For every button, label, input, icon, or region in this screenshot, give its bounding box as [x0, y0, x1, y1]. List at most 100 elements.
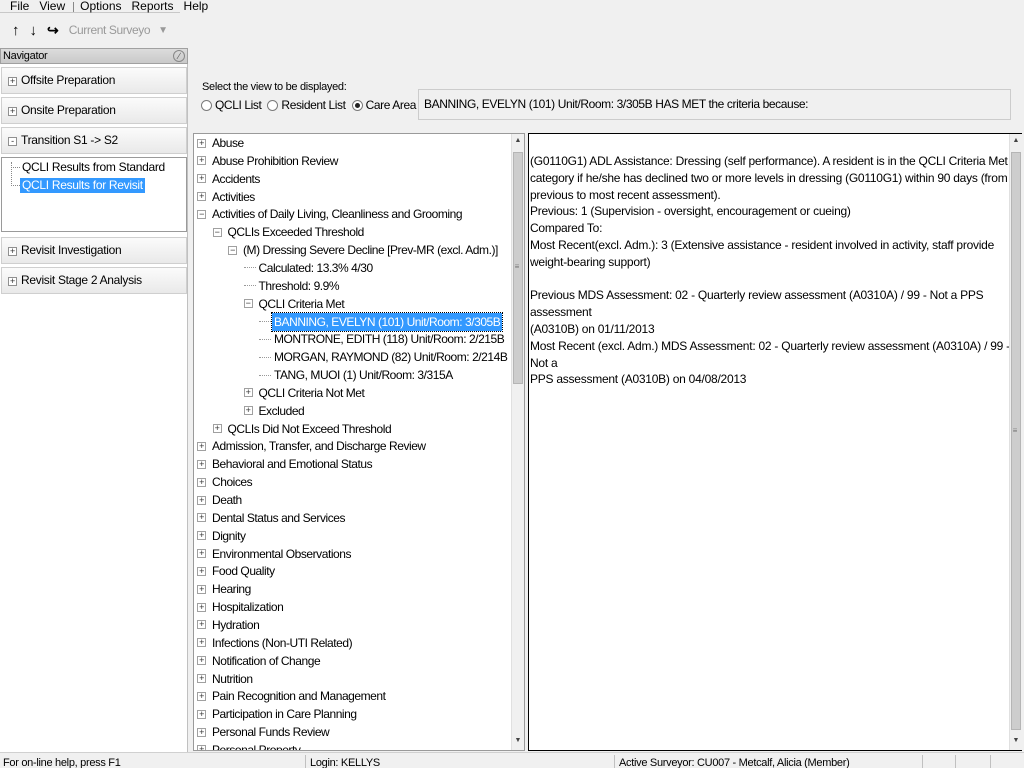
pin-icon[interactable]: ∕: [173, 50, 185, 62]
tree-node-label[interactable]: Hearing: [210, 580, 253, 598]
nav-revisit-investigation[interactable]: + Revisit Investigation: [1, 237, 187, 264]
menu-reports[interactable]: Reports: [132, 0, 174, 12]
tree-care-area[interactable]: + Hospitalization: [197, 598, 285, 616]
tree-node-label[interactable]: Participation in Care Planning: [210, 705, 359, 723]
tree-care-area[interactable]: + Infections (Non-UTI Related): [197, 634, 354, 652]
tree-node-label[interactable]: BANNING, EVELYN (101) Unit/Room: 3/305B: [270, 311, 504, 332]
nav-item-qcli-results-revisit[interactable]: QCLI Results for Revisit: [20, 178, 145, 193]
tree-node-label[interactable]: Dignity: [210, 527, 248, 545]
scroll-down-icon[interactable]: ▼: [1010, 734, 1022, 748]
expand-plus-icon[interactable]: +: [197, 513, 206, 523]
tree-node-label[interactable]: Abuse Prohibition Review: [210, 152, 340, 170]
expand-plus-icon[interactable]: +: [197, 727, 206, 737]
nav-revisit-stage2-analysis[interactable]: + Revisit Stage 2 Analysis: [1, 267, 187, 294]
tree-node-label[interactable]: Choices: [210, 473, 254, 491]
expand-plus-icon[interactable]: +: [197, 709, 206, 719]
down-arrow-icon[interactable]: ↓: [30, 23, 38, 38]
nav-onsite-preparation[interactable]: + Onsite Preparation: [1, 97, 187, 124]
tree-node-label[interactable]: TANG, MUOI (1) Unit/Room: 3/315A: [272, 366, 455, 384]
tree-threshold[interactable]: Threshold: 9.9%: [243, 277, 342, 295]
expand-plus-icon[interactable]: +: [197, 495, 206, 505]
scroll-up-icon[interactable]: ▲: [512, 134, 524, 148]
chevron-down-icon[interactable]: ▼: [158, 25, 168, 36]
tree-resident[interactable]: MONTRONE, EDITH (118) Unit/Room: 2/215B: [259, 330, 506, 348]
tree-care-area[interactable]: + Abuse Prohibition Review: [197, 152, 340, 170]
tree-node-label[interactable]: Hospitalization: [210, 598, 285, 616]
tree-node-label[interactable]: MORGAN, RAYMOND (82) Unit/Room: 2/214B: [272, 348, 509, 366]
tree-node-label[interactable]: Accidents: [210, 170, 262, 188]
expand-plus-icon[interactable]: +: [197, 531, 206, 541]
tree-care-area[interactable]: + Hearing: [197, 580, 253, 598]
tree-resident[interactable]: MORGAN, RAYMOND (82) Unit/Room: 2/214B: [259, 348, 509, 366]
tree-node-label[interactable]: Personal Funds Review: [210, 723, 331, 741]
radio-qcli-list[interactable]: [201, 99, 212, 111]
radio-label-resident-list[interactable]: Resident List: [281, 98, 346, 112]
expand-plus-icon[interactable]: +: [197, 477, 206, 487]
tree-care-area[interactable]: + Hydration: [197, 616, 261, 634]
nav-item-qcli-results-standard[interactable]: QCLI Results from Standard: [20, 160, 167, 175]
tree-node-label[interactable]: Admission, Transfer, and Discharge Revie…: [210, 437, 428, 455]
expand-plus-icon[interactable]: +: [197, 638, 206, 648]
collapse-minus-icon[interactable]: −: [243, 299, 253, 309]
expand-plus-icon[interactable]: +: [243, 388, 253, 398]
tree-qcli-not-exceed[interactable]: + QCLIs Did Not Exceed Threshold: [212, 420, 394, 438]
tree-node-label[interactable]: Threshold: 9.9%: [257, 277, 342, 295]
expand-plus-icon[interactable]: +: [197, 602, 206, 612]
tree-node-label[interactable]: Excluded: [257, 402, 307, 420]
detail-scrollbar[interactable]: ▲ ≡ ▼: [1009, 134, 1022, 750]
tree-node-label[interactable]: MONTRONE, EDITH (118) Unit/Room: 2/215B: [272, 330, 506, 348]
tree-node-label[interactable]: Activities: [210, 188, 257, 206]
expand-plus-icon[interactable]: +: [197, 192, 206, 202]
expand-plus-icon[interactable]: +: [212, 424, 222, 434]
tree-care-area-adl[interactable]: − Activities of Daily Living, Cleanliness…: [197, 205, 464, 223]
tree-node-label[interactable]: Hydration: [210, 616, 261, 634]
expand-plus-icon[interactable]: +: [197, 174, 206, 184]
menu-options[interactable]: Options: [80, 0, 121, 12]
tree-node-label[interactable]: Behavioral and Emotional Status: [210, 455, 374, 473]
tree-node-label[interactable]: Dental Status and Services: [210, 509, 347, 527]
tree-node-label[interactable]: Abuse: [210, 134, 246, 152]
tree-qcli-exceeded[interactable]: − QCLIs Exceeded Threshold: [212, 223, 366, 241]
expand-plus-icon[interactable]: +: [197, 656, 206, 666]
scroll-down-icon[interactable]: ▼: [512, 734, 524, 748]
expand-plus-icon[interactable]: +: [197, 691, 206, 701]
tree-node-label[interactable]: Personal Property: [210, 741, 302, 750]
tree-qcli-dressing[interactable]: − (M) Dressing Severe Decline [Prev-MR (e…: [228, 241, 500, 259]
radio-care-area-list[interactable]: [351, 99, 363, 111]
current-surveyor-dropdown[interactable]: Current Surveyo: [69, 23, 151, 37]
collapse-minus-icon[interactable]: −: [197, 209, 206, 219]
tree-care-area[interactable]: + Personal Funds Review: [197, 723, 331, 741]
expand-plus-icon[interactable]: +: [197, 459, 206, 469]
expand-plus-icon[interactable]: +: [197, 549, 206, 559]
nav-offsite-preparation[interactable]: + Offsite Preparation: [1, 67, 187, 94]
tree-resident[interactable]: TANG, MUOI (1) Unit/Room: 3/315A: [259, 366, 455, 384]
tree-resident[interactable]: BANNING, EVELYN (101) Unit/Room: 3/305B: [259, 311, 504, 332]
tree-care-area[interactable]: + Nutrition: [197, 670, 255, 688]
tree-node-label[interactable]: Pain Recognition and Management: [210, 687, 388, 705]
expand-plus-icon[interactable]: +: [197, 745, 206, 750]
tree-care-area[interactable]: + Death: [197, 491, 244, 509]
tree-node-label[interactable]: Environmental Observations: [210, 545, 353, 563]
expand-plus-icon[interactable]: +: [197, 566, 206, 576]
tree-care-area[interactable]: + Choices: [197, 473, 254, 491]
scroll-thumb[interactable]: [1011, 152, 1021, 730]
tree-node-label[interactable]: Activities of Daily Living, Cleanliness …: [210, 205, 464, 223]
tree-node-label[interactable]: (M) Dressing Severe Decline [Prev-MR (ex…: [241, 241, 500, 259]
care-area-tree[interactable]: + Abuse + Abuse Prohibition Review + Accident…: [193, 133, 525, 751]
tree-criteria-met[interactable]: − QCLI Criteria Met: [243, 295, 347, 313]
tree-care-area[interactable]: + Personal Property: [197, 741, 302, 750]
tree-care-area[interactable]: + Notification of Change: [197, 652, 322, 670]
expand-plus-icon[interactable]: +: [197, 584, 206, 594]
tree-care-area[interactable]: + Behavioral and Emotional Status: [197, 455, 374, 473]
tree-care-area[interactable]: + Dignity: [197, 527, 248, 545]
tree-node-label[interactable]: QCLIs Exceeded Threshold: [226, 223, 366, 241]
scroll-up-icon[interactable]: ▲: [1010, 134, 1022, 148]
tree-care-area[interactable]: + Food Quality: [197, 562, 277, 580]
tree-care-area[interactable]: + Pain Recognition and Management: [197, 687, 388, 705]
tree-scrollbar[interactable]: ▲ ≡ ▼: [511, 134, 524, 750]
switch-icon[interactable]: ↪: [47, 22, 59, 38]
up-arrow-icon[interactable]: ↑: [12, 23, 20, 38]
expand-plus-icon[interactable]: +: [243, 406, 253, 416]
tree-care-area[interactable]: + Abuse: [197, 134, 246, 152]
tree-node-label[interactable]: Calculated: 13.3% 4/30: [257, 259, 375, 277]
